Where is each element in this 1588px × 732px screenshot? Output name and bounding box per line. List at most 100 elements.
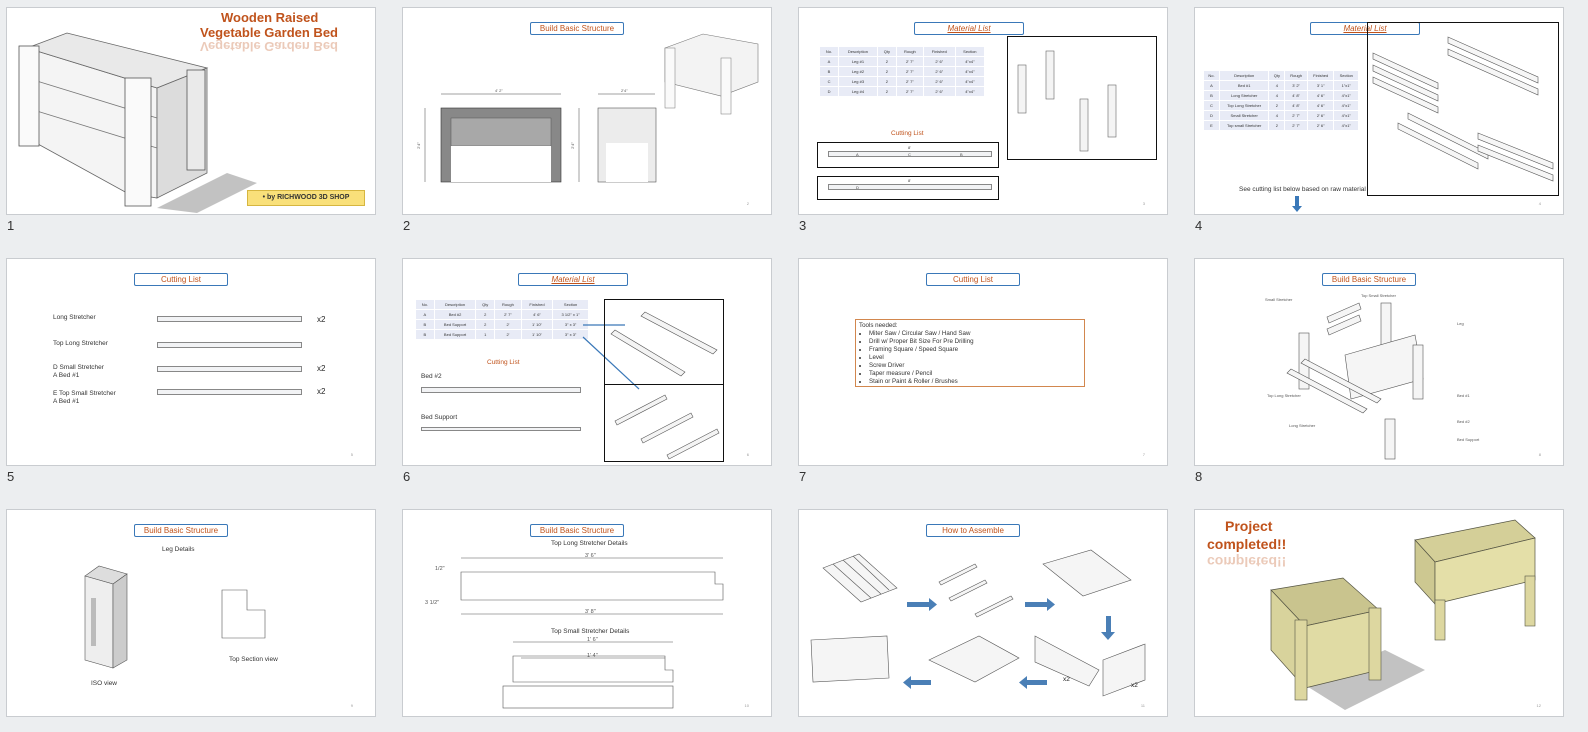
- table-header-cell: Qty: [876, 46, 897, 57]
- table-cell: 2' 7": [895, 66, 924, 77]
- quantity-label: x2: [317, 387, 326, 396]
- dim-front-width: 4' 2": [495, 88, 503, 93]
- table-header-cell: Description: [838, 46, 878, 57]
- slide-thumbnail-9[interactable]: Build Basic Structure Leg Details ISO vi…: [6, 509, 376, 717]
- table-cell: 4"x4": [954, 56, 986, 67]
- slide-number-1: 1: [7, 218, 15, 233]
- slide3-page-number: 3: [1142, 201, 1145, 206]
- table-cell: 2' 7": [895, 86, 924, 97]
- table-header-cell: Finished: [1306, 70, 1335, 81]
- slide-thumbnail-6[interactable]: Material List No. Description Qty Rough …: [402, 258, 772, 466]
- table-header-cell: No.: [1203, 70, 1220, 81]
- table-cell: 2' 6": [922, 56, 956, 67]
- slide-thumbnail-1[interactable]: Wooden Raised Vegetable Garden Bed Veget…: [6, 7, 376, 215]
- iso-view-label: ISO view: [91, 680, 118, 687]
- cut-bar: [157, 389, 302, 395]
- list-item: Level: [869, 354, 1081, 362]
- callout-label: Leg: [1457, 321, 1464, 326]
- callout-label: Bed #1: [1457, 393, 1470, 398]
- table-cell: 4"x1": [1333, 120, 1359, 131]
- slide-thumbnail-5[interactable]: Cutting List Long Stretcher x2 Top Long …: [6, 258, 376, 466]
- slide-thumbnail-7[interactable]: Cutting List Tools needed: Miter Saw / C…: [798, 258, 1168, 466]
- table-cell: 2' 6": [922, 66, 956, 77]
- exploded-assembly-drawing: [1286, 302, 1424, 460]
- slide-number-5: 5: [7, 469, 15, 484]
- table-cell: 4"x4": [954, 66, 986, 77]
- table-cell: 4"x4": [954, 86, 986, 97]
- table-cell: 2: [876, 66, 897, 77]
- slide3-title: Material List: [914, 22, 1024, 35]
- slide11-page-number: 11: [1140, 703, 1145, 708]
- bar-seg-label: C: [908, 152, 911, 157]
- table-cell: 2: [1268, 100, 1286, 111]
- cut-bar: [828, 184, 992, 190]
- table-row: D Small Stretcher 4 2' 7" 2' 6" 4"x1": [1203, 110, 1359, 121]
- bed-support-drawing: [614, 394, 720, 460]
- dim-label: 1/2": [435, 566, 445, 572]
- slide-thumbnail-4[interactable]: Material List No. Description Qty Rough …: [1194, 7, 1564, 215]
- table-header-cell: No.: [818, 46, 840, 57]
- slide-number-2: 2: [403, 218, 411, 233]
- legs-drawing-box: [1007, 36, 1157, 160]
- top-section-view-label: Top Section view: [229, 656, 278, 663]
- slide-thumbnail-3[interactable]: Material List No. Description Qty Rough …: [798, 7, 1168, 215]
- quantity-label: x2: [1131, 682, 1138, 689]
- table-cell: B: [818, 66, 840, 77]
- cut-row-sublabel: A Bed #1: [53, 372, 80, 379]
- slide-thumbnail-12[interactable]: Project completed!! completed!! 12: [1194, 509, 1564, 717]
- exploded-boards-box: [1367, 22, 1559, 196]
- list-item: Stain or Paint & Roller / Brushes: [869, 378, 1081, 386]
- front-side-elevation-drawing: [424, 33, 759, 183]
- quantity-label: x2: [317, 364, 326, 373]
- callout-label: Top Small Stretcher: [1361, 293, 1396, 298]
- list-item: Miter Saw / Circular Saw / Hand Saw: [869, 330, 1081, 338]
- slide5-title: Cutting List: [134, 273, 228, 286]
- tools-heading: Tools needed:: [859, 322, 898, 329]
- callout-label: Bed Support: [1457, 437, 1480, 442]
- slide-thumbnail-8[interactable]: Build Basic Structure Small Stretcher To…: [1194, 258, 1564, 466]
- bed-boards-drawing: [610, 311, 718, 377]
- table-cell: Top small Stretcher: [1218, 120, 1270, 131]
- table-header-cell: Section: [1333, 70, 1359, 81]
- cut-bar: [157, 342, 302, 348]
- bed-support-box: [604, 384, 724, 462]
- slide-thumbnail-11[interactable]: How to Assemble x2 x2 11: [798, 509, 1168, 717]
- cut-row-sublabel: A Bed #1: [53, 398, 80, 405]
- list-item: Taper measure / Pencil: [869, 370, 1081, 378]
- list-item: Drill w/ Proper Bit Size For Pre Drillin…: [869, 338, 1081, 346]
- cut-row-label: Long Stretcher: [53, 314, 96, 321]
- table-cell: 2' 7": [1284, 110, 1308, 121]
- slide6-page-number: 6: [746, 452, 749, 457]
- table-cell: 4: [1268, 80, 1286, 91]
- slide9-page-number: 9: [350, 703, 353, 708]
- down-arrowhead-icon: [1292, 206, 1302, 212]
- list-item: Screw Driver: [869, 362, 1081, 370]
- assembly-steps-drawing: [810, 549, 1146, 697]
- material-table: No. Description Qty Rough Finished Secti…: [1203, 70, 1359, 131]
- slide2-page-number: 2: [746, 201, 749, 206]
- table-header-cell: Description: [1218, 70, 1270, 81]
- cut-bar: [157, 366, 302, 372]
- slide-thumbnail-10[interactable]: Build Basic Structure Top Long Stretcher…: [402, 509, 772, 717]
- slide-thumbnail-2[interactable]: Build Basic Structure 4' 2" 2'4" 2'4" 2'…: [402, 7, 772, 215]
- byline-badge: • by RICHWOOD 3D SHOP: [247, 190, 365, 206]
- table-cell: 2' 6": [1306, 120, 1335, 131]
- table-header-cell: Rough: [1284, 70, 1308, 81]
- table-header-row: No. Description Qty Rough Finished Secti…: [818, 46, 986, 57]
- table-cell: 4: [1268, 90, 1286, 101]
- table-row: A Bed #1 4 3' 2" 3' 1" 1"x1": [1203, 80, 1359, 91]
- slide10-page-number: 10: [744, 703, 749, 708]
- table-cell: 4"x1": [1333, 90, 1359, 101]
- table-row: B Long Stretcher 4 4' 8" 4' 6" 4"x1": [1203, 90, 1359, 101]
- table-row: E Top small Stretcher 2 2' 7" 2' 6" 4"x1": [1203, 120, 1359, 131]
- legs-drawing: [1017, 50, 1117, 152]
- tools-list: Miter Saw / Circular Saw / Hand Saw Dril…: [859, 330, 1081, 386]
- table-cell: 2: [1268, 120, 1286, 131]
- cut-bar: [157, 316, 302, 322]
- dim-label: 1' 6": [587, 637, 598, 643]
- table-cell: 3' 2": [1284, 80, 1308, 91]
- table-cell: Leg #3: [838, 76, 878, 87]
- slide-number-8: 8: [1195, 469, 1203, 484]
- slide-number-3: 3: [799, 218, 807, 233]
- bar-seg-label: D: [856, 185, 859, 190]
